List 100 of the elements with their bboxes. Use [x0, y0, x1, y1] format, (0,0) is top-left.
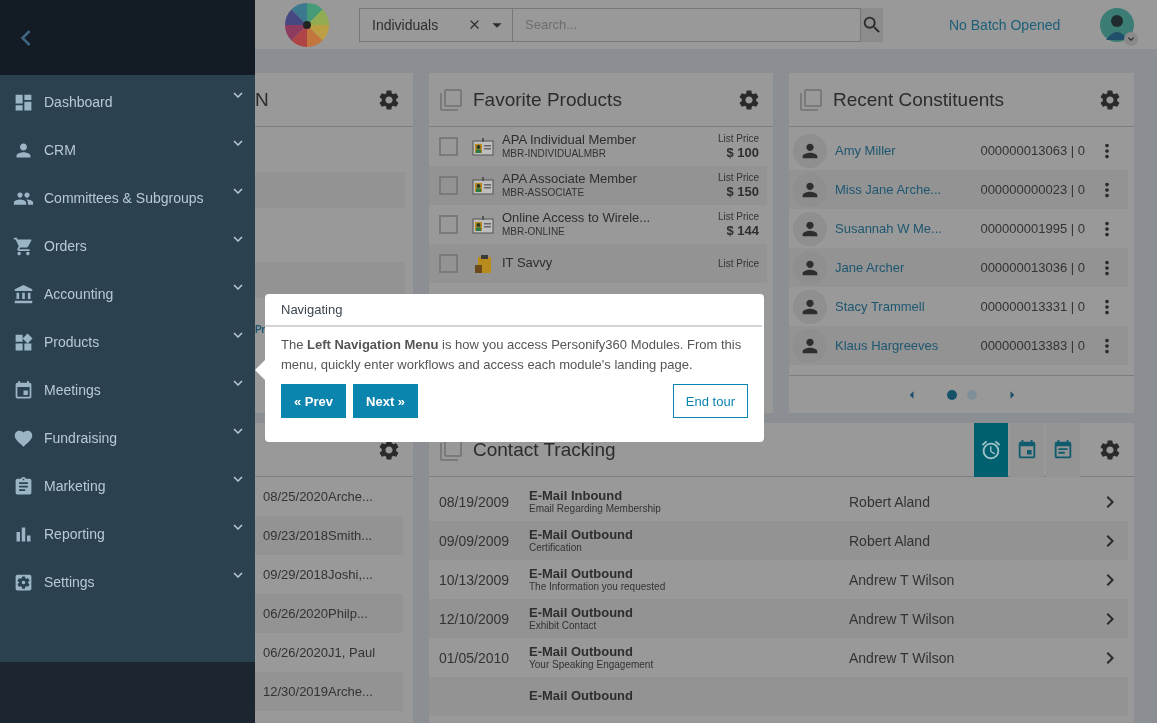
search-type-select[interactable]: Individuals — [359, 7, 513, 42]
price-label: List Price — [717, 210, 759, 223]
checkbox[interactable] — [439, 254, 458, 273]
record-link[interactable]: Pr — [255, 324, 265, 335]
date-text: 01/05/2010 — [439, 649, 511, 666]
sidebar-item[interactable]: Fundraising — [0, 414, 255, 462]
contact-subject: Your Speaking Engagement — [529, 659, 655, 671]
contact-person: Robert Aland — [849, 493, 931, 510]
view-toggle[interactable] — [974, 423, 1008, 477]
name-text: Arche... — [328, 684, 373, 699]
price: $ 150 — [726, 183, 759, 200]
constituent-link[interactable]: Stacy Trammell — [835, 299, 959, 314]
sidebar-item[interactable]: Dashboard — [0, 78, 255, 126]
contact-subject: The Information you requested — [529, 581, 667, 593]
price: $ 144 — [726, 222, 759, 239]
constituent-id: 000000001995 | 0 — [979, 221, 1085, 236]
constituent-link[interactable]: Klaus Hargreeves — [835, 338, 959, 353]
cart-icon — [12, 235, 34, 257]
constituent-link[interactable]: Susannah W Me... — [835, 221, 959, 236]
price: $ 100 — [726, 144, 759, 161]
name-text: Joshi,... — [328, 567, 373, 582]
date-text: 08/25/2020 — [263, 489, 329, 504]
date-text: 09/23/2018 — [263, 528, 329, 543]
constituent-link[interactable]: Amy Miller — [835, 143, 959, 158]
calendar-note-icon — [1052, 438, 1074, 461]
checkbox[interactable] — [439, 176, 458, 195]
sidebar-item[interactable]: Meetings — [0, 366, 255, 414]
product-code: MBR-INDIVIDUALMBR — [502, 148, 607, 160]
popover-title: Navigating — [281, 302, 343, 317]
view-toggle[interactable] — [1010, 423, 1044, 477]
logo-icon — [285, 2, 329, 47]
name-text: J1, Paul — [328, 645, 376, 660]
name-text: Smith... — [328, 528, 373, 543]
id-card-icon — [472, 215, 494, 234]
contact-type: E-Mail Outbound — [529, 566, 634, 582]
sidebar-item[interactable]: Marketing — [0, 462, 255, 510]
checkbox[interactable] — [439, 137, 458, 156]
alarm-clock-icon — [980, 438, 1002, 461]
product-code: MBR-ONLINE — [502, 226, 566, 238]
date-text: 09/29/2018 — [263, 567, 329, 582]
clipboard-icon — [472, 254, 494, 273]
contact-type: E-Mail Inbound — [529, 488, 624, 504]
copy-icon — [439, 87, 463, 112]
price-label: List Price — [717, 132, 759, 145]
sidebar-item[interactable]: Settings — [0, 558, 255, 606]
tour-button[interactable]: Next » — [353, 384, 419, 418]
contact-person: Andrew T Wilson — [849, 610, 956, 627]
batch-status-link[interactable]: No Batch Opened — [949, 16, 1061, 33]
popover-text: The Left Navigation Menu is how you access Personify360 Modules. From this menu, quickly enter workflows and access each module's landing page. — [281, 336, 743, 374]
constituent-id: 000000013036 | 0 — [979, 260, 1085, 275]
contact-subject: Exhibit Contact — [529, 620, 598, 632]
copy-icon — [799, 87, 823, 112]
date-text: 10/13/2009 — [439, 571, 511, 588]
date-text: 12/30/2019 — [263, 684, 329, 699]
page-dot[interactable] — [966, 389, 977, 400]
id-card-icon — [472, 176, 494, 195]
product-name: Online Access to Wirele... — [502, 211, 652, 227]
card-title: Contact Tracking — [473, 438, 617, 461]
product-name: APA Associate Member — [502, 172, 638, 188]
card-title: Favorite Products — [473, 88, 623, 111]
constituent-id: 000000013331 | 0 — [979, 299, 1085, 314]
search-button[interactable] — [861, 7, 883, 42]
constituent-id: 000000013383 | 0 — [979, 338, 1085, 353]
sidebar-item[interactable]: CRM — [0, 126, 255, 174]
product-name: APA Individual Member — [502, 133, 638, 149]
sidebar-item[interactable]: Accounting — [0, 270, 255, 318]
date-text: 09/09/2009 — [439, 532, 511, 549]
card-title: Recent Constituents — [833, 88, 1006, 111]
contact-subject: Certification — [529, 542, 583, 554]
contact-type: E-Mail Outbound — [529, 689, 634, 704]
sidebar-item[interactable]: Committees & Subgroups — [0, 174, 255, 222]
constituent-link[interactable]: Miss Jane Arche... — [835, 182, 959, 197]
contact-person: Andrew T Wilson — [849, 571, 956, 588]
page-dot[interactable] — [946, 389, 957, 400]
product-name: IT Savvy — [502, 256, 554, 271]
constituent-id: 000000013063 | 0 — [979, 143, 1085, 158]
calendar-icon — [1016, 438, 1038, 461]
id-card-icon — [472, 137, 494, 156]
constituent-link[interactable]: Jane Archer — [835, 260, 959, 275]
sidebar-item[interactable]: Orders — [0, 222, 255, 270]
bank-icon — [12, 283, 34, 305]
card-title: N — [255, 88, 270, 111]
price-label: List Price — [717, 257, 759, 270]
checkbox[interactable] — [439, 215, 458, 234]
date-text: 06/26/2020 — [263, 606, 329, 621]
constituent-id: 000000000023 | 0 — [979, 182, 1085, 197]
name-text: Philp... — [328, 606, 368, 621]
sidebar-item[interactable]: Products — [0, 318, 255, 366]
date-text: 08/19/2009 — [439, 493, 511, 510]
tour-button[interactable]: End tour — [672, 384, 748, 418]
contact-type: E-Mail Outbound — [529, 644, 634, 660]
price-label: List Price — [717, 171, 759, 184]
product-code: MBR-ASSOCIATE — [502, 187, 586, 199]
tour-button[interactable]: « Prev — [281, 384, 347, 418]
contact-subject: Email Regarding Membership — [529, 503, 662, 515]
sidebar-item[interactable]: Reporting — [0, 510, 255, 558]
view-toggle[interactable] — [1046, 423, 1080, 477]
date-text: 06/26/2020 — [263, 645, 329, 660]
contact-type: E-Mail Outbound — [529, 527, 634, 543]
name-text: Arche... — [328, 489, 373, 504]
